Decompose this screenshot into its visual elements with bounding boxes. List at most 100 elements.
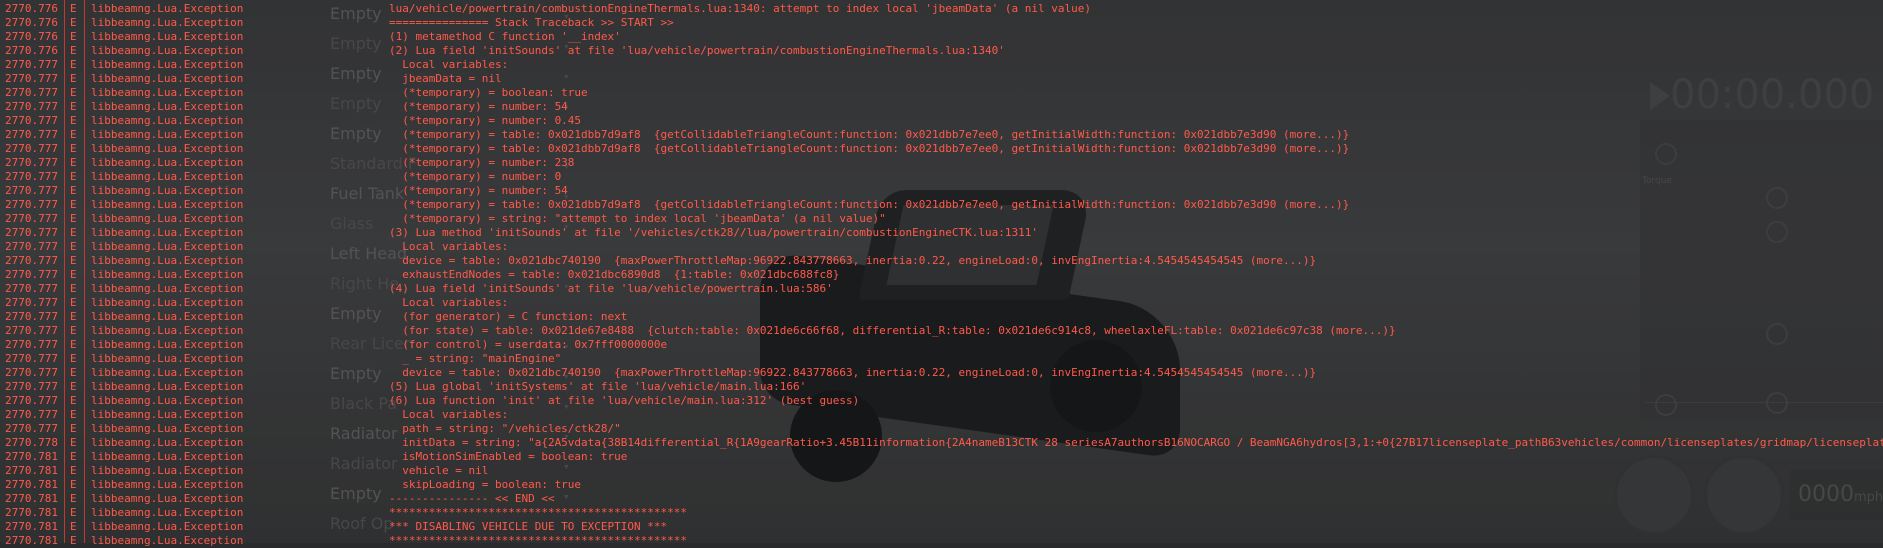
trace-line: (*temporary) = string: "attempt to index… [389, 212, 886, 225]
log-row[interactable]: 2770.777 Elibbeamng.Lua.Exception [0, 366, 300, 380]
log-row[interactable]: 2770.777 Elibbeamng.Lua.Exception [0, 324, 300, 338]
log-row[interactable]: 2770.777 Elibbeamng.Lua.Exception [0, 254, 300, 268]
log-row[interactable]: 2770.776 Elibbeamng.Lua.Exception [0, 30, 300, 44]
log-row[interactable]: 2770.776 Elibbeamng.Lua.Exception [0, 16, 300, 30]
log-row[interactable]: 2770.781 Elibbeamng.Lua.Exception [0, 506, 300, 520]
log-source: libbeamng.Lua.Exception [91, 30, 244, 43]
log-row[interactable]: 2770.777 Elibbeamng.Lua.Exception [0, 198, 300, 212]
log-level: E [70, 114, 77, 127]
console-overlay[interactable]: 2770.776 Elibbeamng.Lua.Exception 2770.776… [0, 0, 1883, 547]
trace-line: skipLoading = boolean: true [389, 478, 582, 491]
timestamp-separator [64, 0, 65, 543]
log-row[interactable]: 2770.777 Elibbeamng.Lua.Exception [0, 310, 300, 324]
log-row[interactable]: 2770.777 Elibbeamng.Lua.Exception [0, 422, 300, 436]
log-source: libbeamng.Lua.Exception [91, 534, 244, 547]
log-level: E [70, 170, 77, 183]
log-row[interactable]: 2770.777 Elibbeamng.Lua.Exception [0, 394, 300, 408]
log-row[interactable]: 2770.781 Elibbeamng.Lua.Exception [0, 534, 300, 548]
log-level: E [70, 394, 77, 407]
log-timestamp: 2770.777 [5, 408, 58, 421]
log-timestamp: 2770.777 [5, 58, 58, 71]
log-row[interactable]: 2770.777 Elibbeamng.Lua.Exception [0, 226, 300, 240]
log-level: E [70, 422, 77, 435]
log-source: libbeamng.Lua.Exception [91, 394, 244, 407]
log-row[interactable]: 2770.781 Elibbeamng.Lua.Exception [0, 464, 300, 478]
log-level: E [70, 72, 77, 85]
log-level: E [70, 464, 77, 477]
log-timestamp: 2770.776 [5, 30, 58, 43]
log-timestamp: 2770.777 [5, 422, 58, 435]
log-row[interactable]: 2770.777 Elibbeamng.Lua.Exception [0, 142, 300, 156]
trace-line: (*temporary) = number: 0 [389, 170, 562, 183]
log-timestamp: 2770.781 [5, 492, 58, 505]
log-timestamp: 2770.777 [5, 114, 58, 127]
trace-line: (*temporary) = table: 0x021dbb7d9af8 {ge… [389, 128, 1350, 141]
log-source: libbeamng.Lua.Exception [91, 100, 244, 113]
log-row[interactable]: 2770.777 Elibbeamng.Lua.Exception [0, 352, 300, 366]
log-timestamp: 2770.777 [5, 366, 58, 379]
log-row[interactable]: 2770.777 Elibbeamng.Lua.Exception [0, 380, 300, 394]
log-timestamp: 2770.781 [5, 450, 58, 463]
log-row[interactable]: 2770.777 Elibbeamng.Lua.Exception [0, 240, 300, 254]
log-row[interactable]: 2770.777 Elibbeamng.Lua.Exception [0, 58, 300, 72]
log-level: E [70, 534, 77, 547]
log-source: libbeamng.Lua.Exception [91, 184, 244, 197]
log-timestamp: 2770.776 [5, 44, 58, 57]
trace-line: (2) Lua field 'initSounds' at file 'lua/… [389, 44, 1005, 57]
log-source: libbeamng.Lua.Exception [91, 254, 244, 267]
log-row[interactable]: 2770.777 Elibbeamng.Lua.Exception [0, 338, 300, 352]
log-timestamp: 2770.777 [5, 86, 58, 99]
log-row[interactable]: 2770.776 Elibbeamng.Lua.Exception [0, 44, 300, 58]
trace-line: (5) Lua global 'initSystems' at file 'lu… [389, 380, 807, 393]
trace-line: Local variables: [389, 240, 509, 253]
log-timestamp: 2770.777 [5, 100, 58, 113]
log-row[interactable]: 2770.777 Elibbeamng.Lua.Exception [0, 128, 300, 142]
log-level: E [70, 268, 77, 281]
log-row[interactable]: 2770.777 Elibbeamng.Lua.Exception [0, 268, 300, 282]
trace-line: Local variables: [389, 408, 509, 421]
log-row[interactable]: 2770.778 Elibbeamng.Lua.Exception [0, 436, 300, 450]
log-list[interactable]: 2770.776 Elibbeamng.Lua.Exception 2770.776… [0, 0, 300, 547]
trace-line: (*temporary) = number: 0.45 [389, 114, 582, 127]
trace-line: Local variables: [389, 58, 509, 71]
log-row[interactable]: 2770.777 Elibbeamng.Lua.Exception [0, 282, 300, 296]
log-source: libbeamng.Lua.Exception [91, 310, 244, 323]
log-row[interactable]: 2770.781 Elibbeamng.Lua.Exception [0, 492, 300, 506]
log-row[interactable]: 2770.777 Elibbeamng.Lua.Exception [0, 212, 300, 226]
log-source: libbeamng.Lua.Exception [91, 86, 244, 99]
log-timestamp: 2770.777 [5, 310, 58, 323]
log-row[interactable]: 2770.776 Elibbeamng.Lua.Exception [0, 2, 300, 16]
log-row[interactable]: 2770.777 Elibbeamng.Lua.Exception [0, 156, 300, 170]
log-row[interactable]: 2770.777 Elibbeamng.Lua.Exception [0, 72, 300, 86]
trace-line: (*temporary) = number: 238 [389, 156, 575, 169]
trace-line: (3) Lua method 'initSounds' at file '/ve… [389, 226, 1039, 239]
log-row[interactable]: 2770.777 Elibbeamng.Lua.Exception [0, 408, 300, 422]
trace-line: path = string: "/vehicles/ctk28/" [389, 422, 621, 435]
log-timestamp: 2770.776 [5, 16, 58, 29]
log-row[interactable]: 2770.777 Elibbeamng.Lua.Exception [0, 296, 300, 310]
log-row[interactable]: 2770.777 Elibbeamng.Lua.Exception [0, 170, 300, 184]
log-timestamp: 2770.781 [5, 534, 58, 547]
log-timestamp: 2770.777 [5, 254, 58, 267]
log-row[interactable]: 2770.781 Elibbeamng.Lua.Exception [0, 478, 300, 492]
log-row[interactable]: 2770.781 Elibbeamng.Lua.Exception [0, 520, 300, 534]
log-level: E [70, 352, 77, 365]
log-row[interactable]: 2770.777 Elibbeamng.Lua.Exception [0, 114, 300, 128]
log-level: E [70, 478, 77, 491]
log-row[interactable]: 2770.777 Elibbeamng.Lua.Exception [0, 86, 300, 100]
log-source: libbeamng.Lua.Exception [91, 156, 244, 169]
log-level: E [70, 436, 77, 449]
log-source: libbeamng.Lua.Exception [91, 492, 244, 505]
log-source: libbeamng.Lua.Exception [91, 212, 244, 225]
trace-line: Local variables: [389, 296, 509, 309]
log-level: E [70, 156, 77, 169]
log-source: libbeamng.Lua.Exception [91, 408, 244, 421]
log-level: E [70, 492, 77, 505]
log-source: libbeamng.Lua.Exception [91, 16, 244, 29]
trace-line: *** DISABLING VEHICLE DUE TO EXCEPTION *… [389, 520, 668, 533]
trace-line: (6) Lua function 'init' at file 'lua/veh… [389, 394, 860, 407]
log-row[interactable]: 2770.777 Elibbeamng.Lua.Exception [0, 184, 300, 198]
log-row[interactable]: 2770.777 Elibbeamng.Lua.Exception [0, 100, 300, 114]
trace-line: (*temporary) = number: 54 [389, 184, 568, 197]
log-row[interactable]: 2770.781 Elibbeamng.Lua.Exception [0, 450, 300, 464]
